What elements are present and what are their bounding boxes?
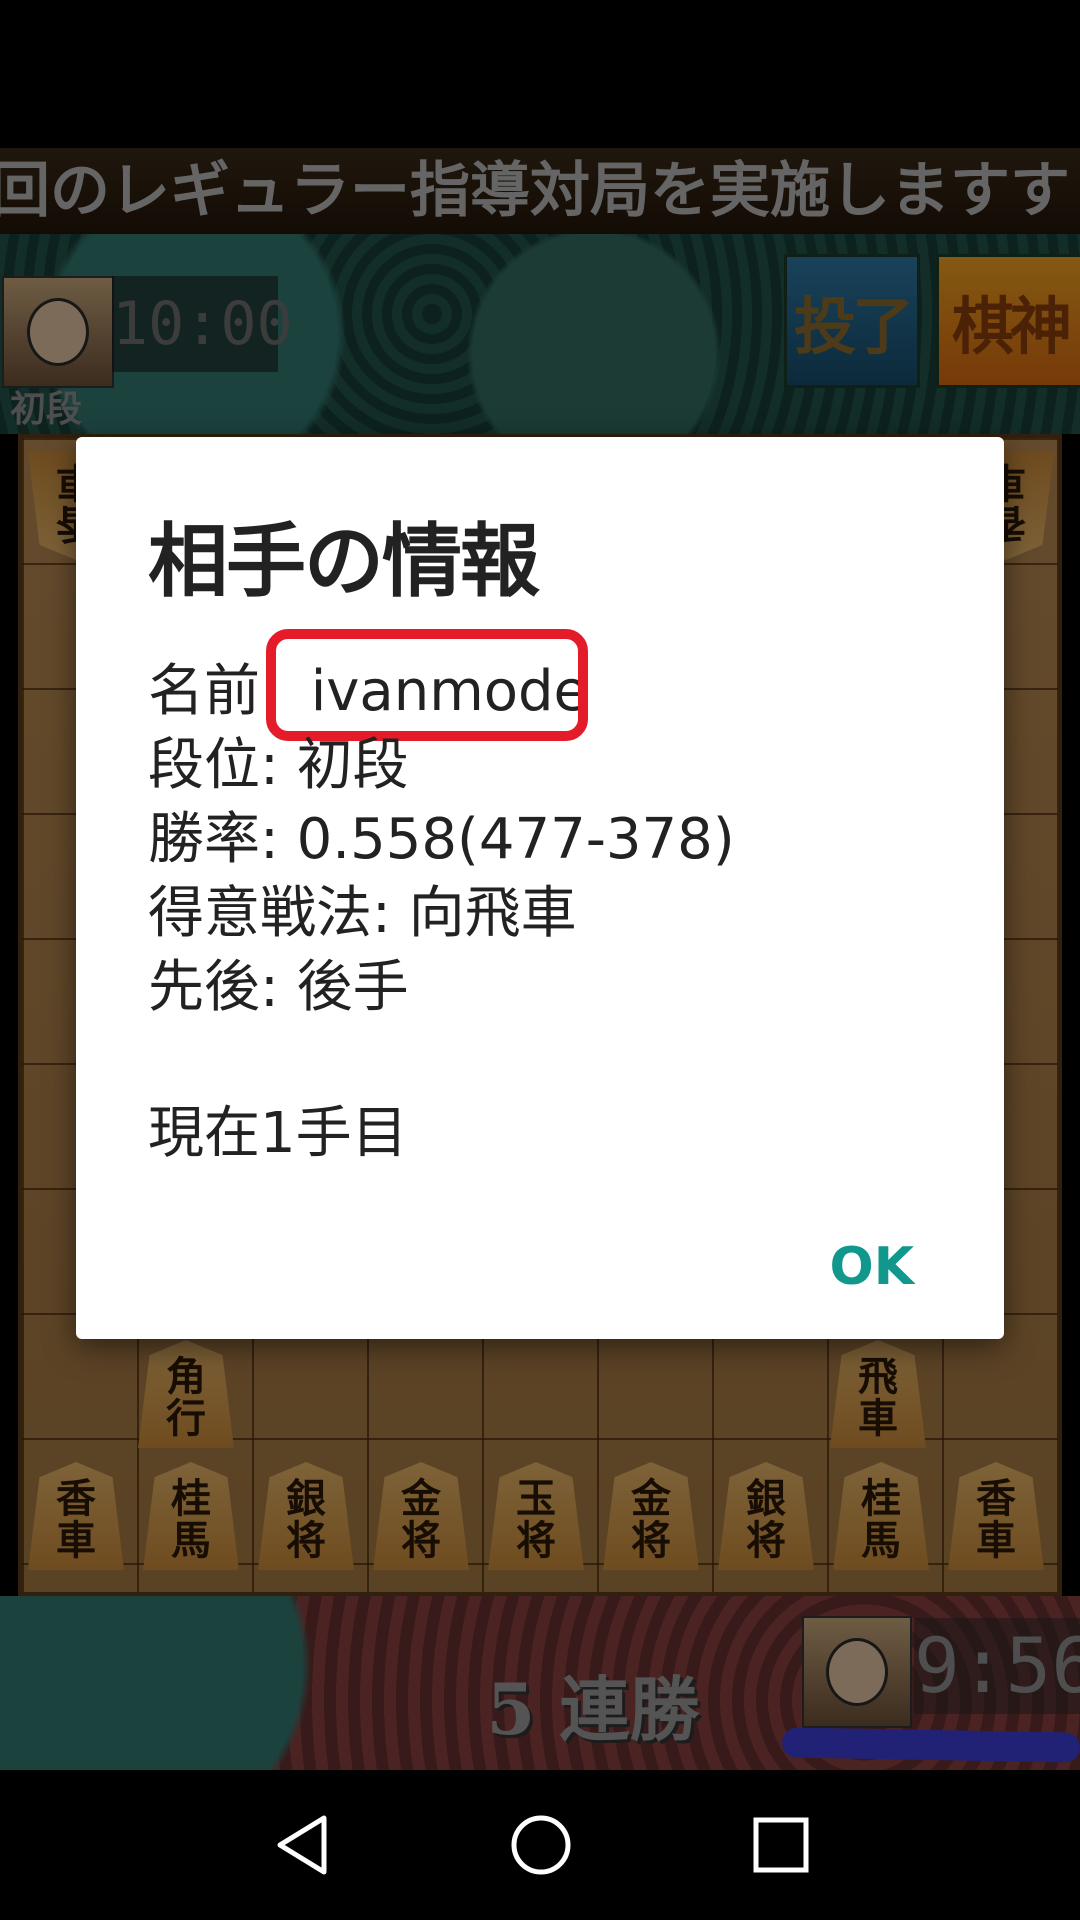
home-icon[interactable]: [508, 1812, 574, 1878]
current-move-line: 現在1手目: [148, 1101, 408, 1166]
rank-line: 段位: 初段: [148, 733, 409, 798]
ok-button[interactable]: OK: [820, 1217, 925, 1317]
recent-apps-icon[interactable]: [748, 1812, 814, 1878]
name-highlight-box: [266, 629, 588, 741]
name-label: 名前:: [148, 659, 279, 724]
back-icon[interactable]: [272, 1812, 338, 1878]
win-rate-line: 勝率: 0.558(477-378): [148, 807, 735, 872]
dialog-title: 相手の情報: [148, 515, 540, 608]
strategy-line: 得意戦法: 向飛車: [148, 881, 577, 946]
navigation-bar: [0, 1770, 1080, 1920]
opponent-info-dialog: 相手の情報 名前: ivanmode 段位: 初段 勝率: 0.558(477-…: [76, 437, 1004, 1339]
move-order-line: 先後: 後手: [148, 955, 409, 1020]
